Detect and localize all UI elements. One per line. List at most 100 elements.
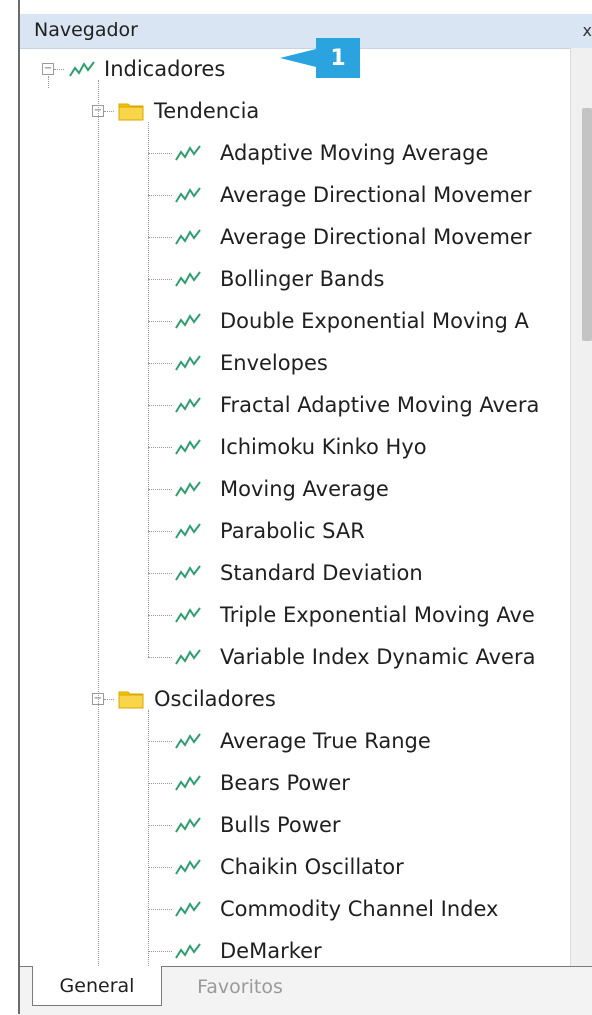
tree-item-label: Bollinger Bands bbox=[220, 267, 385, 291]
tree-item-label: Parabolic SAR bbox=[220, 519, 365, 543]
navigator-tree: − Indicadores − Tendencia Adaptive Moving Av… bbox=[20, 48, 570, 966]
tree-item[interactable]: Bollinger Bands bbox=[220, 258, 384, 300]
tree-connector bbox=[148, 825, 172, 826]
tree-item[interactable]: Average Directional Movemer bbox=[220, 174, 531, 216]
indicator-icon bbox=[174, 731, 202, 751]
tree-group-tendencia[interactable]: Tendencia bbox=[154, 90, 259, 132]
tree-connector bbox=[148, 783, 172, 784]
tree-root-label: Indicadores bbox=[104, 57, 226, 81]
indicator-icon bbox=[174, 269, 202, 289]
tree-item-label: Ichimoku Kinko Hyo bbox=[220, 435, 427, 459]
tree-connector bbox=[148, 122, 149, 657]
tree-connector bbox=[148, 447, 172, 448]
tree-connector bbox=[54, 69, 64, 70]
tree-connector bbox=[148, 951, 172, 952]
indicator-icon bbox=[174, 605, 202, 625]
folder-icon bbox=[118, 101, 144, 121]
tree-group-osciladores[interactable]: Osciladores bbox=[154, 678, 276, 720]
navigator-panel: Navegador x − Indicadores − Tendencia Adapti… bbox=[20, 0, 592, 1015]
root-collapse-toggle[interactable]: − bbox=[42, 63, 54, 75]
tree-connector bbox=[148, 657, 172, 658]
indicator-icon bbox=[174, 941, 202, 961]
tree-item-label: DeMarker bbox=[220, 939, 322, 963]
indicator-icon bbox=[174, 143, 202, 163]
indicator-icon bbox=[174, 227, 202, 247]
tree-item[interactable]: Average Directional Movemer bbox=[220, 216, 531, 258]
indicator-icon bbox=[174, 479, 202, 499]
tree-item[interactable]: Fractal Adaptive Moving Avera bbox=[220, 384, 539, 426]
tree-connector bbox=[148, 909, 172, 910]
tree-connector bbox=[148, 237, 172, 238]
annotation-arrow bbox=[280, 48, 320, 68]
panel-title: Navegador bbox=[34, 19, 138, 41]
tree-connector bbox=[148, 489, 172, 490]
tree-item-label: Envelopes bbox=[220, 351, 328, 375]
tab-strip: General Favoritos bbox=[20, 966, 592, 1015]
tree-item-label: Average True Range bbox=[220, 729, 431, 753]
tree-item-label: Triple Exponential Moving Ave bbox=[220, 603, 535, 627]
indicator-icon bbox=[68, 59, 96, 79]
tree-connector bbox=[104, 699, 114, 700]
tree-item[interactable]: Triple Exponential Moving Ave bbox=[220, 594, 535, 636]
tree-item-label: Variable Index Dynamic Avera bbox=[220, 645, 536, 669]
tree-item[interactable]: Chaikin Oscillator bbox=[220, 846, 404, 888]
tree-connector bbox=[148, 321, 172, 322]
tree-connector bbox=[148, 615, 172, 616]
indicator-icon bbox=[174, 521, 202, 541]
tree-item[interactable]: DeMarker bbox=[220, 930, 322, 966]
indicator-icon bbox=[174, 647, 202, 667]
tree-item[interactable]: Bulls Power bbox=[220, 804, 341, 846]
indicator-icon bbox=[174, 899, 202, 919]
tree-item[interactable]: Envelopes bbox=[220, 342, 328, 384]
left-frame bbox=[0, 0, 18, 1014]
tree-connector bbox=[148, 153, 172, 154]
tree-connector bbox=[148, 531, 172, 532]
tree-connector bbox=[148, 405, 172, 406]
tree-item-label: Standard Deviation bbox=[220, 561, 423, 585]
tree-item-label: Moving Average bbox=[220, 477, 389, 501]
indicator-icon bbox=[174, 353, 202, 373]
tree-item[interactable]: Moving Average bbox=[220, 468, 389, 510]
tree-connector bbox=[148, 710, 149, 966]
tree-item[interactable]: Commodity Channel Index bbox=[220, 888, 498, 930]
tree-item-label: Bears Power bbox=[220, 771, 350, 795]
tree-item[interactable]: Standard Deviation bbox=[220, 552, 423, 594]
tree-item-label: Average Directional Movemer bbox=[220, 225, 532, 249]
tree-item-label: Bulls Power bbox=[220, 813, 341, 837]
tree-item[interactable]: Parabolic SAR bbox=[220, 510, 365, 552]
indicator-icon bbox=[174, 815, 202, 835]
tree-connector bbox=[148, 573, 172, 574]
tree-item-label: Chaikin Oscillator bbox=[220, 855, 404, 879]
tree-connector bbox=[148, 279, 172, 280]
tree-root-indicadores[interactable]: Indicadores bbox=[104, 48, 225, 90]
tree-item-label: Fractal Adaptive Moving Avera bbox=[220, 393, 540, 417]
tab-general[interactable]: General bbox=[32, 966, 162, 1006]
tab-favoritos[interactable]: Favoritos bbox=[170, 967, 310, 1007]
tree-item[interactable]: Double Exponential Moving A bbox=[220, 300, 529, 342]
tree-item[interactable]: Average True Range bbox=[220, 720, 431, 762]
tree-connector bbox=[148, 741, 172, 742]
tree-group-label: Osciladores bbox=[154, 687, 276, 711]
indicator-icon bbox=[174, 185, 202, 205]
tree-connector bbox=[48, 76, 49, 88]
tree-connector bbox=[148, 195, 172, 196]
indicator-icon bbox=[174, 395, 202, 415]
indicator-icon bbox=[174, 857, 202, 877]
tree-item-label: Adaptive Moving Average bbox=[220, 141, 489, 165]
tree-item[interactable]: Bears Power bbox=[220, 762, 350, 804]
tree-connector bbox=[98, 80, 99, 966]
indicator-icon bbox=[174, 437, 202, 457]
indicator-icon bbox=[174, 311, 202, 331]
tree-item[interactable]: Ichimoku Kinko Hyo bbox=[220, 426, 427, 468]
indicator-icon bbox=[174, 563, 202, 583]
tree-item[interactable]: Adaptive Moving Average bbox=[220, 132, 488, 174]
indicator-icon bbox=[174, 773, 202, 793]
tree-connector bbox=[148, 363, 172, 364]
close-icon[interactable]: x bbox=[583, 21, 592, 40]
scrollbar-thumb[interactable] bbox=[582, 108, 592, 341]
tree-item[interactable]: Variable Index Dynamic Avera bbox=[220, 636, 535, 678]
folder-icon bbox=[118, 689, 144, 709]
tree-item-label: Commodity Channel Index bbox=[220, 897, 499, 921]
tree-connector bbox=[148, 867, 172, 868]
tree-item-label: Average Directional Movemer bbox=[220, 183, 532, 207]
